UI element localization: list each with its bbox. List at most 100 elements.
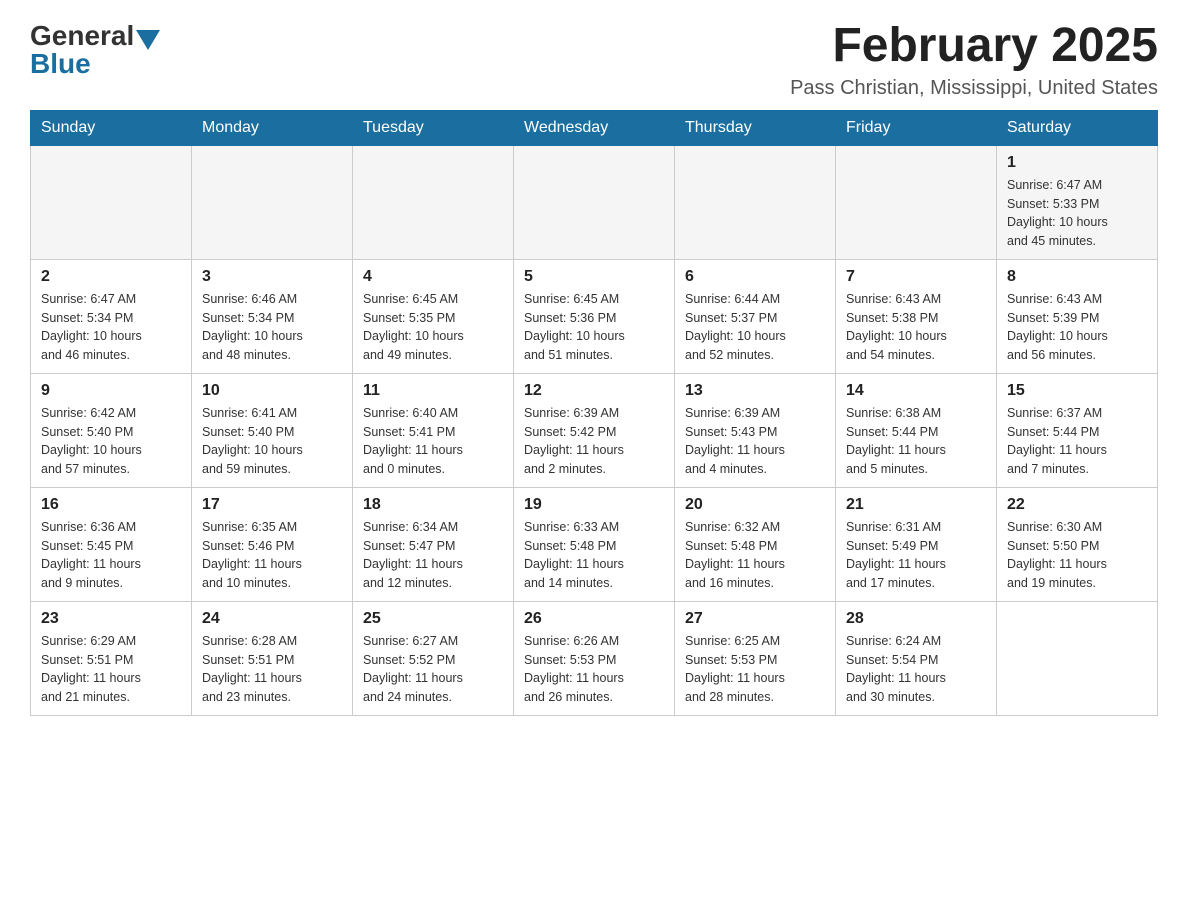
day-number: 7 [846, 268, 986, 286]
day-number: 16 [41, 496, 181, 514]
day-info: Sunrise: 6:27 AM Sunset: 5:52 PM Dayligh… [363, 632, 503, 707]
calendar-cell: 27Sunrise: 6:25 AM Sunset: 5:53 PM Dayli… [675, 601, 836, 715]
calendar-cell: 17 Sunrise: 6:35 AM Sunset: 5:46 PM Dayli… [192, 487, 353, 601]
calendar-cell: 9 Sunrise: 6:42 AM Sunset: 5:40 PM Daylig… [31, 373, 192, 487]
calendar-cell: 24 Sunrise: 6:28 AM Sunset: 5:51 PM Dayli… [192, 601, 353, 715]
calendar-cell [353, 145, 514, 259]
calendar-cell [836, 145, 997, 259]
day-info: Sunrise: 6:41 AM Sunset: 5:40 PM Dayligh… [202, 404, 342, 479]
day-number: 9 [41, 382, 181, 400]
calendar-cell: 8 Sunrise: 6:43 AM Sunset: 5:39 PM Daylig… [997, 259, 1158, 373]
calendar-cell: 19 Sunrise: 6:33 AM Sunset: 5:48 PM Dayli… [514, 487, 675, 601]
calendar-cell: 21Sunrise: 6:31 AM Sunset: 5:49 PM Dayli… [836, 487, 997, 601]
logo: General Blue [30, 20, 162, 80]
day-number: 20 [685, 496, 825, 514]
day-header-thursday: Thursday [675, 110, 836, 145]
day-info: Sunrise: 6:44 AM Sunset: 5:37 PM Dayligh… [685, 290, 825, 365]
day-number: 24 [202, 610, 342, 628]
day-info: Sunrise: 6:43 AM Sunset: 5:38 PM Dayligh… [846, 290, 986, 365]
calendar-week-4: 16 Sunrise: 6:36 AM Sunset: 5:45 PM Dayli… [31, 487, 1158, 601]
day-info: Sunrise: 6:39 AM Sunset: 5:42 PM Dayligh… [524, 404, 664, 479]
day-header-saturday: Saturday [997, 110, 1158, 145]
day-info: Sunrise: 6:40 AM Sunset: 5:41 PM Dayligh… [363, 404, 503, 479]
day-number: 22 [1007, 496, 1147, 514]
logo-triangle-icon [136, 30, 160, 50]
day-info: Sunrise: 6:28 AM Sunset: 5:51 PM Dayligh… [202, 632, 342, 707]
calendar-cell: 15Sunrise: 6:37 AM Sunset: 5:44 PM Dayli… [997, 373, 1158, 487]
calendar-cell: 3Sunrise: 6:46 AM Sunset: 5:34 PM Daylig… [192, 259, 353, 373]
calendar-week-1: 1 Sunrise: 6:47 AM Sunset: 5:33 PM Daylig… [31, 145, 1158, 259]
month-title: February 2025 [790, 20, 1158, 73]
calendar-cell [192, 145, 353, 259]
day-info: Sunrise: 6:45 AM Sunset: 5:36 PM Dayligh… [524, 290, 664, 365]
calendar-cell: 23Sunrise: 6:29 AM Sunset: 5:51 PM Dayli… [31, 601, 192, 715]
calendar-week-5: 23Sunrise: 6:29 AM Sunset: 5:51 PM Dayli… [31, 601, 1158, 715]
calendar-cell [675, 145, 836, 259]
day-header-wednesday: Wednesday [514, 110, 675, 145]
calendar-cell [31, 145, 192, 259]
day-info: Sunrise: 6:47 AM Sunset: 5:33 PM Dayligh… [1007, 176, 1147, 251]
day-number: 25 [363, 610, 503, 628]
day-info: Sunrise: 6:32 AM Sunset: 5:48 PM Dayligh… [685, 518, 825, 593]
calendar-cell: 14Sunrise: 6:38 AM Sunset: 5:44 PM Dayli… [836, 373, 997, 487]
day-info: Sunrise: 6:37 AM Sunset: 5:44 PM Dayligh… [1007, 404, 1147, 479]
calendar-cell: 1 Sunrise: 6:47 AM Sunset: 5:33 PM Daylig… [997, 145, 1158, 259]
day-info: Sunrise: 6:47 AM Sunset: 5:34 PM Dayligh… [41, 290, 181, 365]
day-info: Sunrise: 6:33 AM Sunset: 5:48 PM Dayligh… [524, 518, 664, 593]
calendar-week-2: 2 Sunrise: 6:47 AM Sunset: 5:34 PM Daylig… [31, 259, 1158, 373]
day-number: 17 [202, 496, 342, 514]
day-number: 5 [524, 268, 664, 286]
day-number: 13 [685, 382, 825, 400]
calendar-cell: 16 Sunrise: 6:36 AM Sunset: 5:45 PM Dayli… [31, 487, 192, 601]
day-number: 11 [363, 382, 503, 400]
calendar-cell: 18 Sunrise: 6:34 AM Sunset: 5:47 PM Dayli… [353, 487, 514, 601]
day-number: 2 [41, 268, 181, 286]
calendar-header-row: SundayMondayTuesdayWednesdayThursdayFrid… [31, 110, 1158, 145]
calendar-cell: 13 Sunrise: 6:39 AM Sunset: 5:43 PM Dayli… [675, 373, 836, 487]
day-header-monday: Monday [192, 110, 353, 145]
day-number: 4 [363, 268, 503, 286]
day-info: Sunrise: 6:29 AM Sunset: 5:51 PM Dayligh… [41, 632, 181, 707]
calendar-week-3: 9 Sunrise: 6:42 AM Sunset: 5:40 PM Daylig… [31, 373, 1158, 487]
title-section: February 2025 Pass Christian, Mississipp… [790, 20, 1158, 100]
day-number: 19 [524, 496, 664, 514]
calendar-cell: 4 Sunrise: 6:45 AM Sunset: 5:35 PM Daylig… [353, 259, 514, 373]
day-info: Sunrise: 6:46 AM Sunset: 5:34 PM Dayligh… [202, 290, 342, 365]
day-info: Sunrise: 6:36 AM Sunset: 5:45 PM Dayligh… [41, 518, 181, 593]
day-header-tuesday: Tuesday [353, 110, 514, 145]
day-info: Sunrise: 6:45 AM Sunset: 5:35 PM Dayligh… [363, 290, 503, 365]
calendar-cell: 28Sunrise: 6:24 AM Sunset: 5:54 PM Dayli… [836, 601, 997, 715]
calendar-cell: 22 Sunrise: 6:30 AM Sunset: 5:50 PM Dayli… [997, 487, 1158, 601]
day-number: 12 [524, 382, 664, 400]
calendar-cell: 25 Sunrise: 6:27 AM Sunset: 5:52 PM Dayli… [353, 601, 514, 715]
day-info: Sunrise: 6:31 AM Sunset: 5:49 PM Dayligh… [846, 518, 986, 593]
day-info: Sunrise: 6:35 AM Sunset: 5:46 PM Dayligh… [202, 518, 342, 593]
calendar-cell [997, 601, 1158, 715]
calendar-cell: 20 Sunrise: 6:32 AM Sunset: 5:48 PM Dayli… [675, 487, 836, 601]
day-header-friday: Friday [836, 110, 997, 145]
calendar-cell: 11 Sunrise: 6:40 AM Sunset: 5:41 PM Dayli… [353, 373, 514, 487]
calendar-cell: 5 Sunrise: 6:45 AM Sunset: 5:36 PM Daylig… [514, 259, 675, 373]
day-number: 18 [363, 496, 503, 514]
calendar-cell: 6Sunrise: 6:44 AM Sunset: 5:37 PM Daylig… [675, 259, 836, 373]
calendar-table: SundayMondayTuesdayWednesdayThursdayFrid… [30, 110, 1158, 716]
day-number: 1 [1007, 154, 1147, 172]
day-info: Sunrise: 6:38 AM Sunset: 5:44 PM Dayligh… [846, 404, 986, 479]
calendar-cell: 2 Sunrise: 6:47 AM Sunset: 5:34 PM Daylig… [31, 259, 192, 373]
location-subtitle: Pass Christian, Mississippi, United Stat… [790, 77, 1158, 100]
day-info: Sunrise: 6:42 AM Sunset: 5:40 PM Dayligh… [41, 404, 181, 479]
day-info: Sunrise: 6:43 AM Sunset: 5:39 PM Dayligh… [1007, 290, 1147, 365]
calendar-cell: 26 Sunrise: 6:26 AM Sunset: 5:53 PM Dayli… [514, 601, 675, 715]
logo-blue-text: Blue [30, 48, 91, 79]
day-number: 26 [524, 610, 664, 628]
day-number: 8 [1007, 268, 1147, 286]
day-info: Sunrise: 6:39 AM Sunset: 5:43 PM Dayligh… [685, 404, 825, 479]
calendar-cell: 10Sunrise: 6:41 AM Sunset: 5:40 PM Dayli… [192, 373, 353, 487]
calendar-cell: 12 Sunrise: 6:39 AM Sunset: 5:42 PM Dayli… [514, 373, 675, 487]
day-info: Sunrise: 6:24 AM Sunset: 5:54 PM Dayligh… [846, 632, 986, 707]
day-header-sunday: Sunday [31, 110, 192, 145]
day-info: Sunrise: 6:26 AM Sunset: 5:53 PM Dayligh… [524, 632, 664, 707]
day-info: Sunrise: 6:34 AM Sunset: 5:47 PM Dayligh… [363, 518, 503, 593]
calendar-cell [514, 145, 675, 259]
day-info: Sunrise: 6:30 AM Sunset: 5:50 PM Dayligh… [1007, 518, 1147, 593]
